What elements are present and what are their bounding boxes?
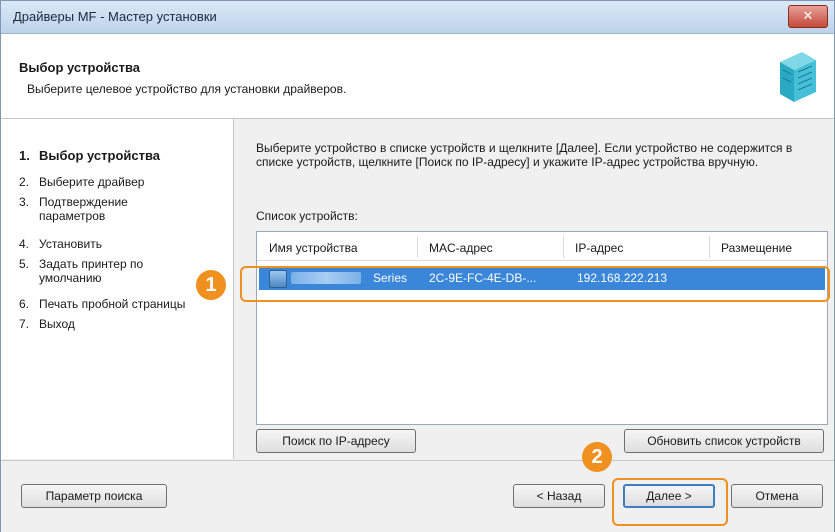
step-item: 1. Выбор устройства: [19, 148, 161, 163]
refresh-device-list-button[interactable]: Обновить список устройств: [624, 429, 824, 453]
device-list-header: Имя устройства MAC-адрес IP-адрес Размещ…: [257, 232, 827, 261]
step-item: 6. Печать пробной страницы: [19, 297, 186, 311]
search-parameters-button[interactable]: Параметр поиска: [21, 484, 167, 508]
step-item: 5. Задать принтер по умолчанию: [19, 257, 144, 285]
cancel-button[interactable]: Отмена: [731, 484, 823, 508]
callout-badge-1: 1: [196, 270, 226, 300]
device-list[interactable]: Имя устройства MAC-адрес IP-адрес Размещ…: [256, 231, 828, 425]
column-header-name[interactable]: Имя устройства: [269, 241, 358, 255]
wizard-header: Выбор устройства Выберите целевое устрой…: [1, 34, 834, 119]
device-list-label: Список устройств:: [256, 209, 358, 223]
column-header-ip[interactable]: IP-адрес: [575, 241, 623, 255]
window-title: Драйверы MF - Мастер установки: [13, 9, 217, 24]
step-item: 3. Подтверждение параметров: [19, 195, 128, 223]
page-title: Выбор устройства: [19, 60, 141, 75]
callout-highlight-device-row: [240, 266, 830, 302]
step-item: 7. Выход: [19, 317, 75, 331]
step-item: 4. Установить: [19, 237, 102, 251]
column-header-location[interactable]: Размещение: [721, 241, 792, 255]
step-item: 2. Выберите драйвер: [19, 175, 145, 189]
close-button[interactable]: ✕: [788, 5, 828, 28]
search-by-ip-button[interactable]: Поиск по IP-адресу: [256, 429, 416, 453]
back-button[interactable]: < Назад: [513, 484, 605, 508]
page-subtitle: Выберите целевое устройство для установк…: [27, 82, 347, 96]
printer-icon: [780, 52, 816, 102]
instructions-text: Выберите устройство в списке устройств и…: [256, 141, 793, 169]
callout-highlight-next-button: [612, 478, 728, 526]
title-bar: Драйверы MF - Мастер установки ✕: [1, 1, 834, 34]
column-header-mac[interactable]: MAC-адрес: [429, 241, 493, 255]
callout-badge-2: 2: [582, 442, 612, 472]
